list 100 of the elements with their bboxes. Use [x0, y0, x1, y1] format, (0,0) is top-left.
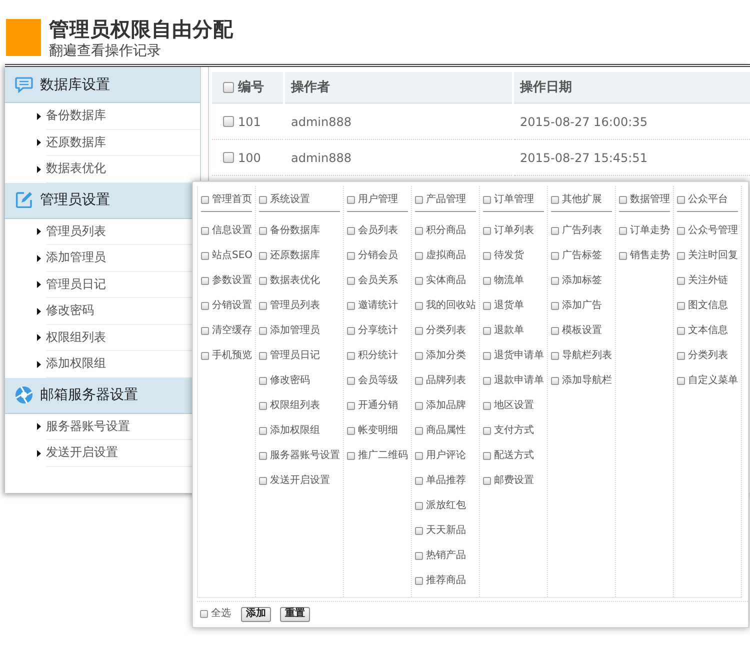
checkbox[interactable]: [415, 196, 423, 204]
triangle-icon: [37, 423, 41, 430]
checkbox[interactable]: [483, 352, 491, 360]
checkbox[interactable]: [415, 426, 423, 434]
checkbox[interactable]: [677, 352, 685, 360]
checkbox[interactable]: [677, 226, 685, 234]
table-cell: admin888: [285, 140, 512, 176]
checkbox[interactable]: [483, 402, 491, 410]
checkbox[interactable]: [483, 252, 491, 260]
checkbox[interactable]: [223, 82, 234, 92]
checkbox[interactable]: [347, 302, 355, 310]
checkbox[interactable]: [347, 452, 355, 460]
checkbox[interactable]: [483, 376, 491, 384]
checkbox[interactable]: [551, 226, 559, 234]
checkbox[interactable]: [483, 196, 491, 204]
checkbox[interactable]: [415, 526, 423, 534]
checkbox[interactable]: [415, 302, 423, 310]
menu-item[interactable]: 还原数据库: [46, 130, 200, 156]
section-header[interactable]: 数据库设置: [5, 67, 200, 103]
checkbox[interactable]: [483, 276, 491, 284]
checkbox[interactable]: [347, 402, 355, 410]
group-label: 数据管理: [630, 194, 670, 206]
checkbox[interactable]: [551, 276, 559, 284]
permission-label: 清空缓存: [212, 324, 252, 336]
checkbox[interactable]: [415, 226, 423, 234]
checkbox[interactable]: [201, 276, 209, 284]
aperture-icon: [15, 386, 33, 404]
checkbox[interactable]: [347, 426, 355, 434]
checkbox[interactable]: [347, 196, 355, 204]
checkbox[interactable]: [677, 302, 685, 310]
reset-button[interactable]: 重置: [280, 606, 310, 622]
checkbox[interactable]: [259, 352, 267, 360]
checkbox[interactable]: [619, 226, 627, 234]
checkbox[interactable]: [677, 276, 685, 284]
checkbox[interactable]: [201, 252, 209, 260]
checkbox[interactable]: [347, 276, 355, 284]
checkbox[interactable]: [201, 226, 209, 234]
checkbox[interactable]: [259, 402, 267, 410]
add-button[interactable]: 添加: [241, 606, 271, 622]
checkbox[interactable]: [223, 152, 234, 163]
checkbox[interactable]: [259, 276, 267, 284]
permission-label: 广告标签: [562, 250, 602, 262]
checkbox[interactable]: [415, 502, 423, 510]
checkbox[interactable]: [347, 376, 355, 384]
checkbox[interactable]: [415, 452, 423, 460]
checkbox[interactable]: [619, 252, 627, 260]
checkbox[interactable]: [415, 576, 423, 584]
checkbox[interactable]: [347, 226, 355, 234]
checkbox[interactable]: [415, 252, 423, 260]
checkbox[interactable]: [415, 352, 423, 360]
checkbox[interactable]: [415, 326, 423, 334]
checkbox[interactable]: [483, 302, 491, 310]
checkbox[interactable]: [677, 326, 685, 334]
checkbox[interactable]: [551, 326, 559, 334]
checkbox[interactable]: [201, 326, 209, 334]
checkbox[interactable]: [259, 226, 267, 234]
checkbox[interactable]: [259, 252, 267, 260]
checkbox[interactable]: [415, 476, 423, 484]
checkbox[interactable]: [259, 426, 267, 434]
checkbox[interactable]: [483, 226, 491, 234]
checkbox[interactable]: [483, 476, 491, 484]
checkbox[interactable]: [347, 326, 355, 334]
checkbox[interactable]: [415, 402, 423, 410]
checkbox[interactable]: [619, 196, 627, 204]
checkbox[interactable]: [201, 196, 209, 204]
checkbox[interactable]: [347, 352, 355, 360]
permission-label: 分销设置: [212, 300, 252, 312]
menu-item[interactable]: 备份数据库: [46, 103, 200, 130]
checkbox[interactable]: [201, 352, 209, 360]
checkbox[interactable]: [483, 426, 491, 434]
checkbox[interactable]: [347, 252, 355, 260]
checkbox[interactable]: [415, 276, 423, 284]
checkbox[interactable]: [259, 196, 267, 204]
checkbox[interactable]: [551, 252, 559, 260]
permission-label: 服务器账号设置: [270, 450, 340, 462]
checkbox[interactable]: [259, 326, 267, 334]
section-title: 数据库设置: [40, 76, 110, 94]
checkbox[interactable]: [200, 610, 208, 618]
permission-label: 退款单: [494, 324, 524, 336]
checkbox[interactable]: [483, 326, 491, 334]
permission-label: 自定义菜单: [688, 374, 738, 386]
checkbox[interactable]: [551, 376, 559, 384]
checkbox[interactable]: [223, 116, 234, 127]
checkbox[interactable]: [259, 302, 267, 310]
checkbox[interactable]: [201, 302, 209, 310]
checkbox[interactable]: [677, 252, 685, 260]
table-cell: 101: [238, 114, 261, 128]
checkbox[interactable]: [259, 476, 267, 484]
checkbox[interactable]: [415, 552, 423, 560]
checkbox[interactable]: [551, 302, 559, 310]
checkbox[interactable]: [415, 376, 423, 384]
checkbox[interactable]: [551, 352, 559, 360]
checkbox[interactable]: [483, 452, 491, 460]
permission-label: 数据表优化: [270, 274, 320, 286]
permission-label: 配送方式: [494, 450, 534, 462]
checkbox[interactable]: [551, 196, 559, 204]
checkbox[interactable]: [677, 376, 685, 384]
checkbox[interactable]: [259, 452, 267, 460]
checkbox[interactable]: [677, 196, 685, 204]
checkbox[interactable]: [259, 376, 267, 384]
